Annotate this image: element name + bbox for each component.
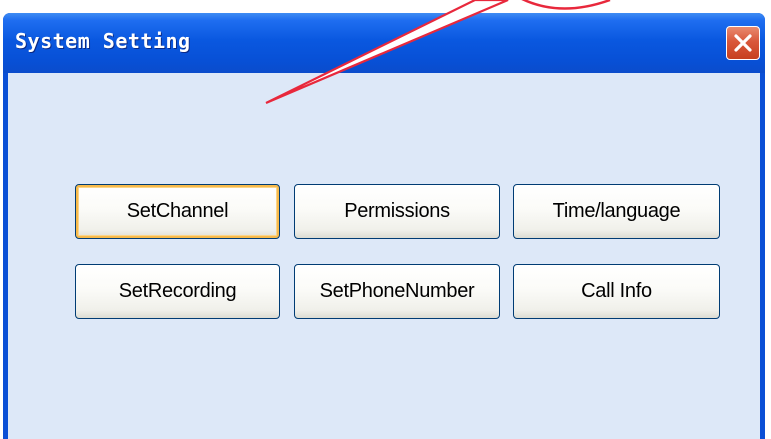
close-button[interactable] <box>726 26 760 60</box>
time-language-button[interactable]: Time/language <box>513 184 720 239</box>
set-channel-button[interactable]: SetChannel <box>75 184 280 239</box>
title-bar[interactable]: System Setting <box>3 13 765 73</box>
window-title: System Setting <box>15 29 191 53</box>
call-info-button[interactable]: Call Info <box>513 264 720 319</box>
close-icon <box>734 34 752 52</box>
permissions-button[interactable]: Permissions <box>294 184 500 239</box>
set-recording-button[interactable]: SetRecording <box>75 264 280 319</box>
screenshot-stage: System Setting SetChannel Permissions Ti… <box>0 0 771 439</box>
callout-circle-arc <box>521 0 611 10</box>
client-area: SetChannel Permissions Time/language Set… <box>8 73 760 439</box>
set-phone-number-button[interactable]: SetPhoneNumber <box>294 264 500 319</box>
system-setting-window: System Setting SetChannel Permissions Ti… <box>3 13 765 439</box>
